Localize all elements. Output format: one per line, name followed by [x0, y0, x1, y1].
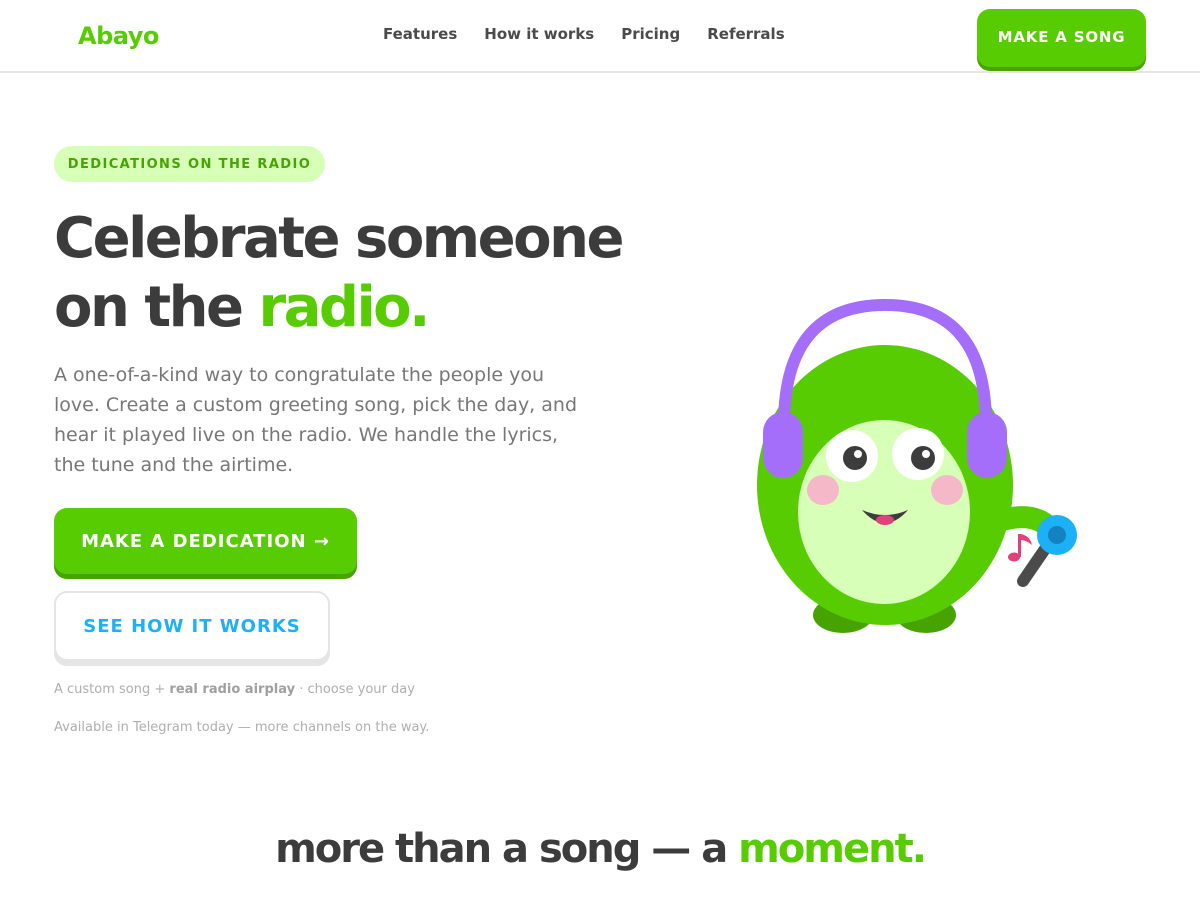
- nav-link-referrals[interactable]: Referrals: [707, 25, 784, 43]
- mascot-illustration: [757, 298, 1077, 633]
- hero-title: Celebrate someone on the radio.: [54, 204, 634, 342]
- brand-logo[interactable]: Abayo: [78, 22, 159, 50]
- hero-lead: A one-of-a-kind way to congratulate the …: [54, 364, 578, 476]
- site-header: Abayo Features How it works Pricing Refe…: [0, 0, 1200, 73]
- headphones-right-cup: [967, 412, 1007, 478]
- section-heading: more than a song — a moment.: [0, 826, 1200, 872]
- see-how-it-works-button[interactable]: SEE HOW IT WORKS: [54, 591, 330, 661]
- headphones-left-cup: [763, 412, 803, 478]
- music-note-icon: [1008, 534, 1032, 562]
- mascot-right-pupil: [911, 446, 935, 470]
- mascot-left-pupil: [843, 446, 867, 470]
- hero-title-line2-prefix: on the: [54, 275, 259, 340]
- mascot-left-cheek: [807, 475, 839, 505]
- nav-link-features[interactable]: Features: [383, 25, 457, 43]
- nav-link-pricing[interactable]: Pricing: [621, 25, 680, 43]
- hero-title-accent: radio.: [258, 275, 430, 340]
- hero-meta-prefix: A custom song +: [54, 682, 170, 697]
- mascot-belly: [798, 420, 970, 604]
- hero-meta-bold: real radio airplay: [169, 682, 296, 697]
- hero-meta-suffix: · choose your day: [295, 682, 415, 697]
- section-heading-prefix: more than a song — a: [275, 826, 739, 872]
- hero-badge: DEDICATIONS ON THE RADIO: [54, 146, 325, 182]
- mascot-right-cheek: [931, 475, 963, 505]
- microphone-handle: [1017, 543, 1051, 587]
- section-heading-accent: moment.: [738, 826, 927, 872]
- hero-meta: A custom song + real radio airplay · cho…: [54, 682, 415, 697]
- nav-link-how-it-works[interactable]: How it works: [484, 25, 594, 43]
- hero-title-line1: Celebrate someone: [54, 206, 624, 271]
- make-a-song-button[interactable]: MAKE A SONG: [977, 9, 1146, 67]
- main-nav: Features How it works Pricing Referrals: [383, 25, 812, 43]
- availability-note: Available in Telegram today — more chann…: [54, 720, 430, 735]
- make-a-dedication-button[interactable]: MAKE A DEDICATION →: [54, 508, 357, 574]
